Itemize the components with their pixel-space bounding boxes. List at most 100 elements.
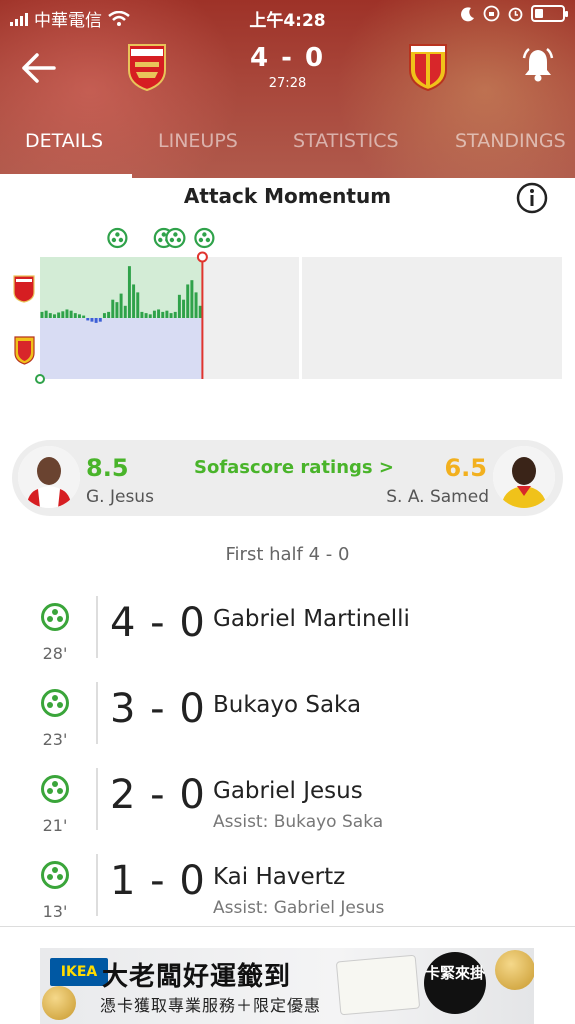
goal-marker-icon: [107, 227, 128, 249]
momentum-bar: [161, 311, 165, 318]
goal-marker-dot: [158, 237, 163, 243]
goal-ball-icon: [41, 861, 69, 889]
goal-incident[interactable]: 28' 4 - 0 Gabriel Martinelli: [0, 596, 575, 682]
momentum-chart: [0, 222, 575, 392]
goal-marker-dot: [115, 232, 120, 237]
period-header: First half 4 - 0: [225, 544, 350, 565]
goal-marker-icon: [165, 227, 186, 249]
tab-details[interactable]: DETAILS: [0, 122, 133, 178]
ad-coin-decoration: [42, 986, 76, 1020]
notification-bell-icon[interactable]: [521, 46, 555, 84]
goal-ball-icon: [41, 603, 69, 631]
alarm-icon: [508, 7, 523, 22]
ad-subtitle: 憑卡獲取專業服務＋限定優惠: [100, 996, 322, 1015]
sofascore-ratings-link[interactable]: Sofascore ratings >: [194, 457, 394, 478]
momentum-bar: [132, 284, 136, 318]
match-clock: 27:28: [268, 76, 307, 91]
momentum-bar: [82, 315, 86, 318]
momentum-bar: [194, 292, 198, 318]
incident-divider: [96, 682, 98, 744]
rotation-lock-icon: [483, 5, 500, 22]
goal-incident[interactable]: 23' 3 - 0 Bukayo Saka: [0, 682, 575, 768]
momentum-bar: [57, 312, 61, 318]
momentum-bar: [107, 311, 111, 318]
moon-icon: [461, 6, 474, 21]
momentum-bar: [119, 293, 123, 318]
status-bar: 中華電信 上午4:28: [0, 0, 575, 34]
match-header: 中華電信 上午4:28 4 - 0 27:28 DETAILS LINEUPS …: [0, 0, 575, 178]
battery-icon: [531, 5, 568, 22]
goal-incident[interactable]: 21' 2 - 0 Gabriel Jesus Assist: Bukayo Saka: [0, 768, 575, 854]
momentum-bar: [69, 310, 73, 318]
away-player-avatar[interactable]: [493, 446, 555, 508]
momentum-bar: [90, 318, 94, 322]
goal-assist: Assist: Gabriel Jesus: [213, 898, 385, 918]
info-icon[interactable]: [515, 181, 549, 215]
goal-marker-dot: [161, 232, 166, 237]
momentum-chart-svg: [13, 227, 562, 384]
momentum-bar: [190, 280, 194, 318]
goal-minute: 21': [42, 816, 68, 835]
momentum-bar: [198, 305, 202, 318]
momentum-bar: [86, 318, 90, 321]
goal-score: 3 - 0: [110, 686, 206, 732]
goal-marker-dot: [118, 237, 124, 243]
momentum-bar: [111, 299, 115, 318]
tab-standings[interactable]: STANDINGS: [455, 122, 566, 178]
goal-marker-dot: [198, 237, 204, 243]
lens-crest-icon[interactable]: [407, 42, 449, 92]
momentum-bar: [115, 302, 119, 318]
momentum-bar: [77, 314, 81, 318]
momentum-bar: [177, 294, 181, 318]
momentum-bar: [65, 309, 69, 318]
incident-divider: [96, 768, 98, 830]
away-team-badge: [14, 336, 35, 365]
goal-score: 1 - 0: [110, 858, 206, 904]
goal-score: 2 - 0: [110, 772, 206, 818]
goal-ball-icon: [41, 775, 69, 803]
goal-scorer: Kai Havertz: [213, 864, 346, 890]
goal-score: 4 - 0: [110, 600, 206, 646]
momentum-bar: [94, 318, 98, 323]
ad-coin-decoration: [495, 950, 534, 990]
away-player-rating: 6.5: [444, 454, 487, 482]
tab-statistics[interactable]: STATISTICS: [293, 122, 399, 178]
goal-scorer: Gabriel Jesus: [213, 778, 363, 804]
incident-divider: [96, 596, 98, 658]
goal-marker-dot: [202, 232, 207, 237]
incident-divider: [96, 854, 98, 916]
momentum-bar: [102, 313, 106, 318]
goal-incident[interactable]: 13' 1 - 0 Kai Havertz Assist: Gabriel Jesus: [0, 854, 575, 940]
home-player-avatar[interactable]: [18, 446, 80, 508]
sofascore-ratings-card[interactable]: 8.5 G. Jesus Sofascore ratings > 6.5 S. …: [12, 440, 563, 516]
goal-marker-dot: [205, 237, 211, 243]
momentum-bar: [157, 309, 161, 318]
goal-scorer: Gabriel Martinelli: [213, 606, 410, 632]
momentum-bar: [169, 313, 173, 318]
goal-marker-icon: [194, 227, 215, 249]
momentum-bar: [144, 313, 148, 318]
goal-ball-icon: [41, 689, 69, 717]
ad-banner[interactable]: IKEA 大老闆好運籤到 憑卡獲取專業服務＋限定優惠 卡緊來掛: [40, 948, 534, 1024]
goal-marker-dot: [176, 237, 182, 243]
ad-title: 大老闆好運籤到: [102, 962, 292, 992]
momentum-bar: [165, 310, 169, 318]
goal-minute: 23': [42, 730, 68, 749]
momentum-bar: [136, 292, 140, 318]
ad-card-image: [335, 954, 421, 1016]
momentum-bar: [73, 313, 77, 318]
goal-minute: 13': [42, 902, 68, 921]
home-player-name: G. Jesus: [86, 487, 154, 507]
momentum-bar: [44, 310, 48, 318]
momentum-bar: [123, 305, 127, 318]
momentum-bar: [48, 313, 52, 318]
current-minute-marker: [196, 251, 208, 263]
momentum-bar: [127, 266, 131, 318]
goal-scorer: Bukayo Saka: [213, 692, 362, 718]
home-team-badge: [13, 275, 35, 303]
tab-lineups[interactable]: LINEUPS: [158, 122, 238, 178]
away-momentum-area: [40, 318, 203, 379]
momentum-bar: [152, 310, 156, 318]
tab-bar: DETAILS LINEUPS STATISTICS STANDINGS: [0, 122, 575, 178]
ad-badge: 卡緊來掛: [424, 952, 486, 1014]
